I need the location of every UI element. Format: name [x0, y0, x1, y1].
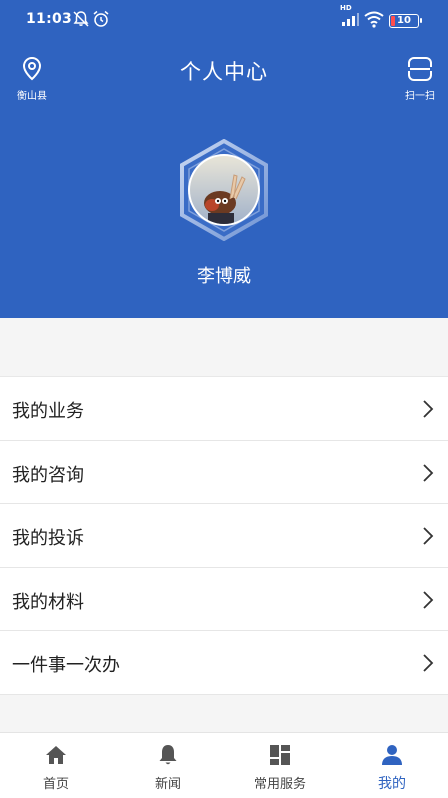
tab-news[interactable]: 新闻 — [112, 733, 224, 798]
signal-icon — [342, 13, 359, 26]
avatar-hexagon-frame — [180, 139, 268, 241]
bell-icon — [159, 745, 177, 765]
tab-services[interactable]: 常用服务 — [224, 733, 336, 798]
location-label: 衡山县 — [17, 91, 47, 102]
chevron-right-icon — [423, 527, 434, 545]
person-icon — [382, 745, 402, 765]
wifi-icon — [364, 11, 384, 28]
chevron-right-icon — [423, 400, 434, 418]
network-type-label: HD — [340, 4, 352, 12]
grid-icon — [270, 745, 290, 765]
scan-label: 扫一扫 — [405, 91, 435, 102]
menu-item-label: 我的投诉 — [12, 528, 84, 549]
menu-item-my-business[interactable]: 我的业务 — [0, 377, 448, 441]
bottom-tab-bar: 首页 新闻 常用服务 我的 — [0, 732, 448, 798]
tab-label: 我的 — [378, 776, 406, 792]
profile-header: 衡山县 个人中心 扫一扫 李博威 — [0, 38, 448, 318]
user-name: 李博威 — [197, 266, 251, 287]
battery-level: 10 — [397, 15, 411, 26]
muted-notification-icon — [73, 11, 89, 27]
battery-indicator: 10 — [389, 14, 422, 28]
menu-item-label: 我的材料 — [12, 591, 84, 613]
tab-home[interactable]: 首页 — [0, 733, 112, 798]
profile-menu: 我的业务 我的咨询 我的投诉 我的材料 一件事一次办 — [0, 376, 448, 695]
tab-label: 新闻 — [154, 777, 181, 792]
tab-label: 常用服务 — [253, 777, 306, 792]
scan-icon — [407, 57, 433, 81]
avatar[interactable] — [178, 139, 270, 241]
chevron-right-icon — [423, 654, 434, 672]
menu-item-my-consultation[interactable]: 我的咨询 — [0, 441, 448, 504]
home-icon — [46, 746, 66, 764]
menu-item-label: 我的咨询 — [12, 464, 84, 486]
status-time: 11:03 — [26, 11, 73, 27]
status-bar: 11:03 HD 10 — [0, 0, 448, 38]
menu-item-my-materials[interactable]: 我的材料 — [0, 568, 448, 631]
scan-button[interactable]: 扫一扫 — [398, 56, 442, 102]
alarm-icon — [93, 10, 109, 27]
tab-mine[interactable]: 我的 — [336, 733, 448, 798]
chevron-right-icon — [423, 590, 434, 609]
menu-item-one-stop-service[interactable]: 一件事一次办 — [0, 631, 448, 695]
menu-item-my-complaints[interactable]: 我的投诉 — [0, 504, 448, 568]
page-title: 个人中心 — [180, 60, 268, 84]
menu-item-label: 一件事一次办 — [12, 655, 120, 676]
tab-label: 首页 — [42, 777, 69, 792]
chevron-right-icon — [423, 463, 434, 482]
menu-item-label: 我的业务 — [12, 401, 84, 422]
